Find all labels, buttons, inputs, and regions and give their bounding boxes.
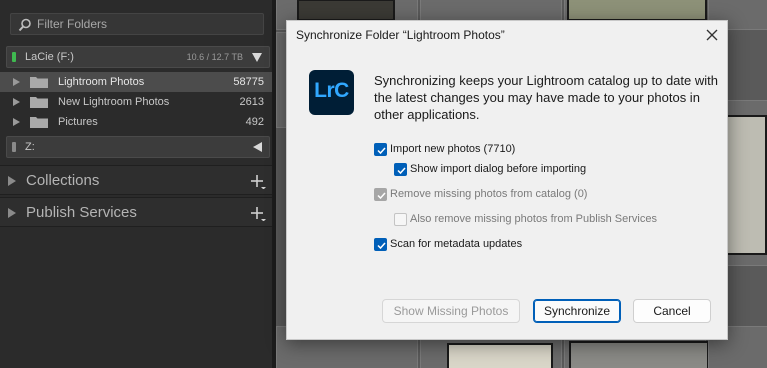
- synchronize-button[interactable]: Synchronize: [533, 299, 621, 323]
- expand-triangle-icon[interactable]: [13, 78, 20, 86]
- volume-z[interactable]: Z:: [6, 136, 270, 158]
- show-missing-photos-button: Show Missing Photos: [382, 299, 520, 323]
- photo-thumbnail[interactable]: [569, 341, 709, 368]
- folder-row-pictures[interactable]: Pictures 492: [0, 112, 272, 132]
- folder-count: 58775: [233, 76, 264, 88]
- remove-from-publish-services-checkbox: [394, 213, 407, 226]
- folders-panel: LaCie (F:) 10.6 / 12.7 TB Lightroom Phot…: [0, 0, 276, 368]
- volume-size: 10.6 / 12.7 TB: [186, 52, 243, 62]
- expand-triangle-icon[interactable]: [8, 208, 16, 218]
- folder-icon: [30, 97, 48, 108]
- option-label: Also remove missing photos from Publish …: [410, 213, 657, 225]
- photo-thumbnail[interactable]: [297, 0, 395, 21]
- folder-name: Lightroom Photos: [58, 76, 145, 88]
- lightroom-classic-logo: LrC: [309, 70, 354, 115]
- cancel-button[interactable]: Cancel: [633, 299, 711, 323]
- option-label: Remove missing photos from catalog (0): [390, 188, 588, 200]
- photo-thumbnail[interactable]: [447, 343, 553, 368]
- folder-icon: [30, 117, 48, 128]
- section-label: Collections: [26, 172, 100, 189]
- synchronize-folder-dialog: Synchronize Folder “Lightroom Photos” Lr…: [286, 20, 728, 340]
- checkmark-icon: [397, 167, 406, 175]
- collections-section[interactable]: Collections: [0, 165, 272, 195]
- folder-icon: [30, 77, 48, 88]
- folder-row-new-lightroom-photos[interactable]: New Lightroom Photos 2613: [0, 92, 272, 112]
- folder-count: 492: [245, 116, 264, 128]
- volume-status-indicator: [12, 52, 16, 62]
- add-publish-service-plus-icon[interactable]: [250, 205, 266, 221]
- volume-name: LaCie (F:): [25, 51, 74, 63]
- publish-services-section[interactable]: Publish Services: [0, 197, 272, 227]
- folder-count: 2613: [239, 96, 264, 108]
- filter-folders-input[interactable]: [37, 16, 257, 32]
- show-import-dialog-checkbox[interactable]: [394, 163, 407, 176]
- remove-missing-photos-checkbox: [374, 188, 387, 201]
- expand-triangle-icon[interactable]: [8, 176, 16, 186]
- folder-name: Pictures: [58, 116, 98, 128]
- close-icon[interactable]: [703, 26, 721, 44]
- search-icon: [18, 18, 31, 32]
- checkmark-icon: [377, 242, 386, 250]
- dialog-description: Synchronizing keeps your Lightroom catal…: [374, 73, 718, 122]
- photo-thumbnail[interactable]: [567, 0, 707, 21]
- triangle-left-icon[interactable]: [251, 141, 263, 153]
- section-label: Publish Services: [26, 204, 137, 221]
- expand-triangle-icon[interactable]: [13, 98, 20, 106]
- add-collection-plus-icon[interactable]: [250, 173, 266, 189]
- option-label: Show import dialog before importing: [410, 163, 587, 175]
- folder-row-lightroom-photos[interactable]: Lightroom Photos 58775: [0, 72, 272, 92]
- logo-text: LrC: [314, 79, 349, 102]
- triangle-down-icon[interactable]: [251, 51, 263, 63]
- folder-name: New Lightroom Photos: [58, 96, 170, 108]
- volume-status-indicator: [12, 142, 16, 152]
- checkmark-icon: [377, 192, 386, 200]
- option-label: Scan for metadata updates: [390, 238, 523, 250]
- volume-lacie[interactable]: LaCie (F:) 10.6 / 12.7 TB: [6, 46, 270, 68]
- dialog-title: Synchronize Folder “Lightroom Photos”: [296, 28, 505, 42]
- option-label: Import new photos (7710): [390, 143, 516, 155]
- filter-folders-box[interactable]: [10, 13, 264, 35]
- volume-name: Z:: [25, 141, 35, 153]
- scan-metadata-updates-checkbox[interactable]: [374, 238, 387, 251]
- import-new-photos-checkbox[interactable]: [374, 143, 387, 156]
- checkmark-icon: [377, 147, 386, 155]
- expand-triangle-icon[interactable]: [13, 118, 20, 126]
